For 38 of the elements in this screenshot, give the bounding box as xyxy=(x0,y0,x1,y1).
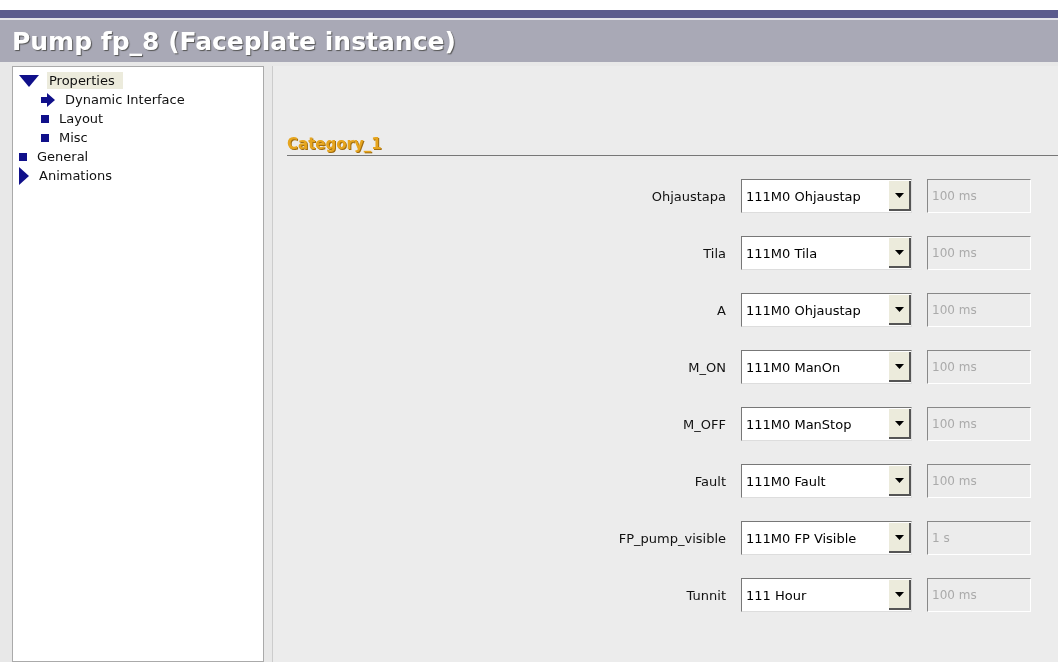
tag-dropdown[interactable]: 111M0 Fault xyxy=(741,464,912,498)
caret-icon xyxy=(894,534,904,540)
property-label: Tila xyxy=(702,245,726,261)
bullet-icon xyxy=(19,152,27,161)
property-label: Fault xyxy=(693,473,726,489)
property-label: M_OFF xyxy=(682,416,726,432)
property-label: A xyxy=(716,302,726,318)
caret-icon xyxy=(894,192,904,198)
tag-dropdown[interactable]: 111M0 Tila xyxy=(741,236,912,270)
property-label: FP_pump_visible xyxy=(617,530,726,546)
tree-item[interactable]: Layout xyxy=(57,110,112,127)
tag-dropdown[interactable]: 111 Hour xyxy=(741,578,912,612)
tree-item[interactable]: Animations xyxy=(37,167,121,184)
bullet-icon xyxy=(41,114,49,123)
window-title: Pump fp_8 (Faceplate instance) xyxy=(0,18,1058,62)
category-title: Category_1 xyxy=(287,135,382,153)
tree-item[interactable]: General xyxy=(35,148,97,165)
caret-icon xyxy=(894,420,904,426)
tag-dropdown[interactable]: 111M0 Ohjaustap xyxy=(741,293,912,327)
caret-icon xyxy=(894,477,904,483)
tag-dropdown[interactable]: 111M0 ManStop xyxy=(741,407,912,441)
property-label: Ohjaustapa xyxy=(650,188,726,204)
caret-icon xyxy=(894,591,904,597)
tree-item[interactable]: Properties xyxy=(47,72,123,89)
tree-item[interactable]: Dynamic Interface xyxy=(63,91,193,108)
tree-item[interactable]: Misc xyxy=(57,129,96,146)
arrow-icon xyxy=(41,92,55,107)
expanded-triangle-icon[interactable] xyxy=(19,74,39,87)
caret-icon xyxy=(894,249,904,255)
caret-icon xyxy=(894,363,904,369)
caret-icon xyxy=(894,306,904,312)
tag-dropdown[interactable]: 111M0 FP Visible xyxy=(741,521,912,555)
property-label: Tunnit xyxy=(685,587,726,603)
tag-dropdown[interactable]: 111M0 ManOn xyxy=(741,350,912,384)
tag-dropdown[interactable]: 111M0 Ohjaustap xyxy=(741,179,912,213)
bullet-icon xyxy=(41,133,49,142)
property-label: M_ON xyxy=(687,359,726,375)
collapsed-triangle-icon[interactable] xyxy=(19,166,29,185)
